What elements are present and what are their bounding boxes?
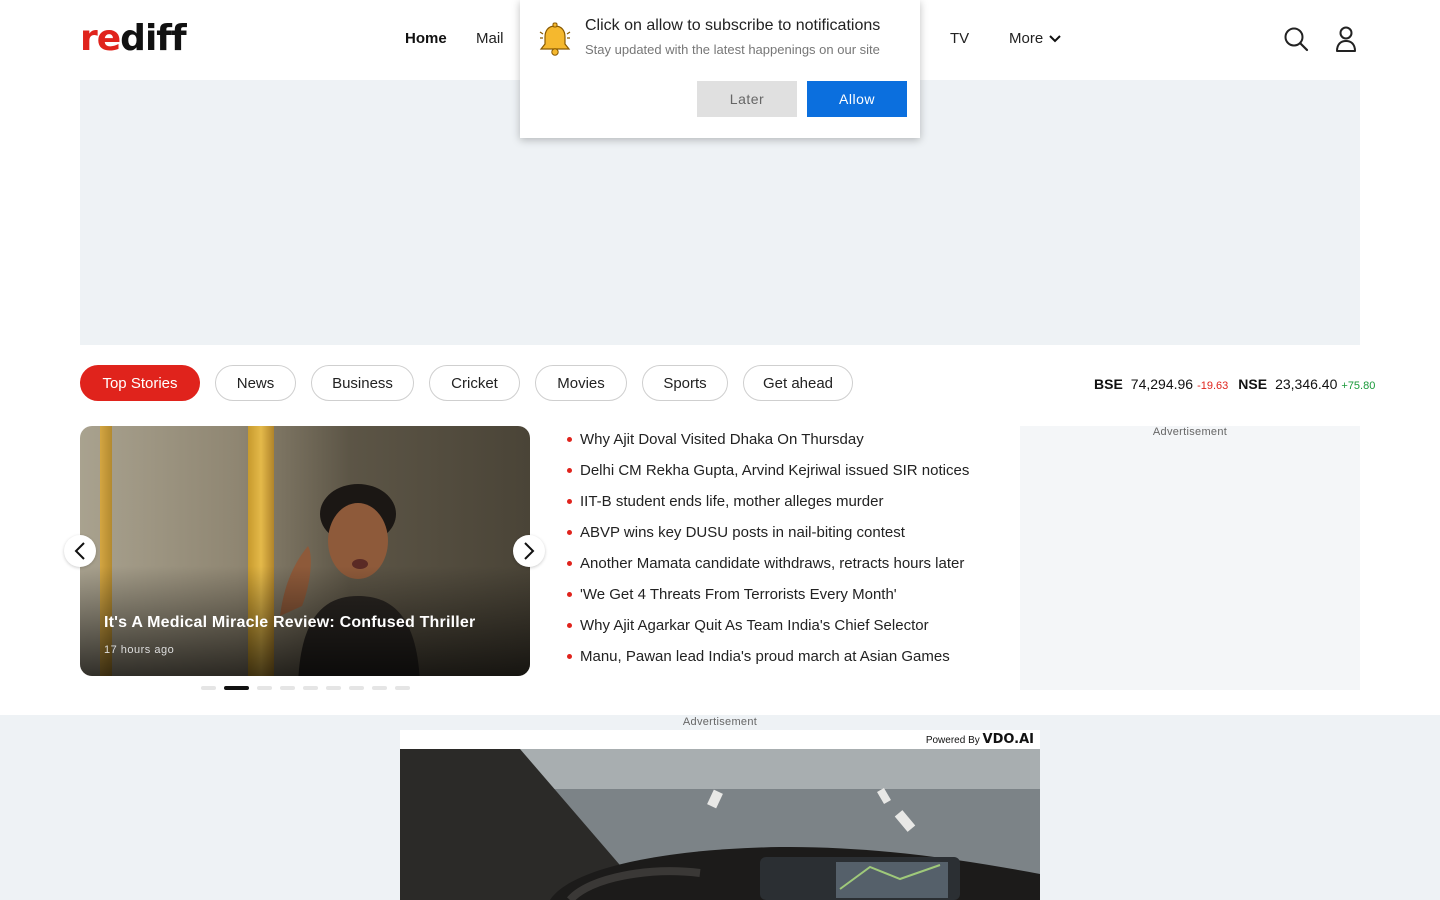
tab-cricket[interactable]: Cricket — [429, 365, 520, 401]
user-icon[interactable] — [1333, 25, 1359, 53]
headline-item[interactable]: IIT-B student ends life, mother alleges … — [567, 486, 969, 517]
nse-change: +75.80 — [1341, 380, 1376, 392]
headlines-list: Why Ajit Doval Visited Dhaka On Thursday… — [567, 424, 969, 672]
video-ad-player[interactable] — [400, 749, 1040, 900]
carousel-dot[interactable] — [303, 686, 318, 690]
bullet-icon — [567, 468, 572, 473]
bullet-icon — [567, 499, 572, 504]
headline-item[interactable]: Delhi CM Rekha Gupta, Arvind Kejriwal is… — [567, 455, 969, 486]
nse-value: 23,346.40 — [1275, 376, 1338, 392]
nav-mail[interactable]: Mail — [476, 29, 504, 49]
headline-item[interactable]: Another Mamata candidate withdraws, retr… — [567, 548, 969, 579]
bullet-icon — [567, 530, 572, 535]
bullet-icon — [567, 561, 572, 566]
search-icon[interactable] — [1283, 26, 1309, 52]
headline-item[interactable]: 'We Get 4 Threats From Terrorists Every … — [567, 579, 969, 610]
bse-change: -19.63 — [1197, 380, 1229, 392]
tab-get-ahead[interactable]: Get ahead — [743, 365, 853, 401]
carousel-pagination — [201, 686, 410, 690]
carousel-dot[interactable] — [372, 686, 387, 690]
notification-title: Click on allow to subscribe to notificat… — [585, 17, 881, 34]
chevron-right-icon — [524, 542, 535, 560]
tab-news[interactable]: News — [215, 365, 296, 401]
headline-item[interactable]: ABVP wins key DUSU posts in nail-biting … — [567, 517, 969, 548]
nav-home[interactable]: Home — [405, 29, 447, 49]
headline-item[interactable]: Why Ajit Doval Visited Dhaka On Thursday — [567, 424, 969, 455]
notification-prompt: Click on allow to subscribe to notificat… — [520, 0, 920, 138]
carousel-headline[interactable]: It's A Medical Miracle Review: Confused … — [104, 614, 475, 632]
bse-label: BSE — [1094, 376, 1123, 392]
nse-label: NSE — [1238, 376, 1268, 392]
carousel-next-button[interactable] — [513, 535, 545, 567]
tab-top-stories[interactable]: Top Stories — [80, 365, 200, 401]
headline-item[interactable]: Manu, Pawan lead India's proud march at … — [567, 641, 969, 672]
market-ticker[interactable]: BSE 74,294.96 -19.63 NSE 23,346.40 +75.8… — [1094, 376, 1375, 392]
powered-by-label[interactable]: Powered By VDO.AI — [926, 732, 1034, 747]
chevron-left-icon — [74, 542, 85, 560]
bullet-icon — [567, 437, 572, 442]
chevron-down-icon — [1049, 35, 1061, 43]
vdo-ai-logo: VDO.AI — [982, 732, 1034, 747]
notification-subtitle: Stay updated with the latest happenings … — [585, 42, 880, 57]
tab-movies[interactable]: Movies — [535, 365, 627, 401]
nav-more[interactable]: More — [1009, 29, 1061, 49]
bullet-icon — [567, 654, 572, 659]
headline-item[interactable]: Why Ajit Agarkar Quit As Team India's Ch… — [567, 610, 969, 641]
carousel-prev-button[interactable] — [64, 535, 96, 567]
carousel-timestamp: 17 hours ago — [104, 644, 175, 656]
bullet-icon — [567, 592, 572, 597]
bell-icon — [539, 22, 571, 56]
later-button[interactable]: Later — [697, 81, 797, 117]
bse-value: 74,294.96 — [1130, 376, 1194, 392]
bullet-icon — [567, 623, 572, 628]
tab-sports[interactable]: Sports — [642, 365, 728, 401]
carousel-dot[interactable] — [349, 686, 364, 690]
nav-tv[interactable]: TV — [950, 29, 969, 49]
tab-business[interactable]: Business — [311, 365, 414, 401]
advertisement-label: Advertisement — [682, 716, 758, 728]
carousel-dot[interactable] — [224, 686, 249, 690]
side-advertisement[interactable]: Advertisement — [1020, 426, 1360, 690]
carousel-dot[interactable] — [395, 686, 410, 690]
video-ad-bar: Powered By VDO.AI — [400, 730, 1040, 749]
carousel-dot[interactable] — [326, 686, 341, 690]
carousel-dot[interactable] — [201, 686, 216, 690]
carousel-dot[interactable] — [257, 686, 272, 690]
featured-story-carousel[interactable]: It's A Medical Miracle Review: Confused … — [80, 426, 530, 676]
rediff-logo[interactable]: rediff — [80, 20, 187, 58]
carousel-dot[interactable] — [280, 686, 295, 690]
video-frame — [400, 749, 1040, 900]
advertisement-label: Advertisement — [1152, 426, 1228, 438]
allow-button[interactable]: Allow — [807, 81, 907, 117]
